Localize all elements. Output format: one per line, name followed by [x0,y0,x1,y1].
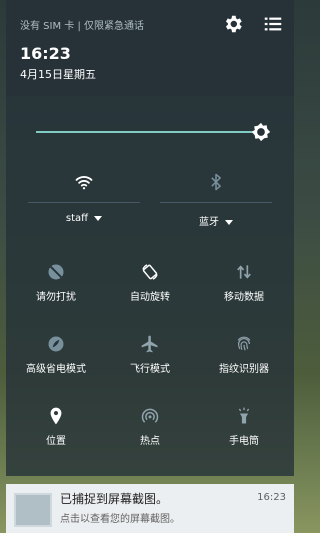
bluetooth-icon [211,173,221,191]
tile-label: 高级省电模式 [26,364,86,375]
auto-rotate-icon [142,264,158,280]
quick-settings-header: 没有 SIM 卡 | 仅限紧急通话 16:23 4月15日星期五 [6,0,294,96]
brightness-icon[interactable] [250,121,272,143]
chevron-down-icon [94,215,103,221]
tile-hotspot[interactable]: 热点 [102,406,198,466]
clock-time: 16:23 [20,44,71,63]
wifi-tile[interactable]: staff [28,168,140,238]
sim-status-text: 没有 SIM 卡 | 仅限紧急通话 [20,21,145,32]
tile-label: 飞行模式 [130,364,170,375]
tile-label: 请勿打扰 [36,292,76,303]
bluetooth-tile[interactable]: 蓝牙 [160,168,272,238]
airplane-icon [141,335,158,353]
wifi-label-row[interactable]: staff [28,213,140,224]
brightness-slider-track[interactable] [36,131,258,133]
location-icon [50,407,62,425]
quick-settings-panel: staff 蓝牙 请勿打扰 自动旋转 移动数据 高级省电模式 飞行模式 指纹识别… [6,96,294,476]
tile-mobile-data[interactable]: 移动数据 [196,262,292,322]
notification-time: 16:23 [257,492,286,503]
wifi-icon [75,176,93,190]
tile-label: 手电筒 [229,436,259,447]
tile-label: 移动数据 [224,292,264,303]
clock-date[interactable]: 4月15日星期五 [20,66,96,82]
hotspot-icon [141,408,159,423]
notification-text: 点击以查看您的屏幕截图。 [60,514,180,525]
battery-saver-icon [48,336,64,352]
tile-fingerprint[interactable]: 指纹识别器 [196,334,292,394]
screenshot-notification[interactable]: 已捕捉到屏幕截图。 点击以查看您的屏幕截图。 16:23 [6,484,294,533]
notification-title: 已捕捉到屏幕截图。 [60,492,169,506]
chevron-down-icon [225,219,233,225]
tile-battery-saver[interactable]: 高级省电模式 [8,334,104,394]
flashlight-icon [238,407,250,424]
tile-auto-rotate[interactable]: 自动旋转 [102,262,198,322]
tile-label: 位置 [46,436,66,447]
bluetooth-divider [160,202,272,203]
tile-label: 热点 [140,436,160,447]
screenshot-thumbnail [14,493,52,527]
fingerprint-icon [237,336,251,351]
wifi-network-name: staff [65,213,89,224]
wifi-divider [28,202,140,203]
tile-airplane-mode[interactable]: 飞行模式 [102,334,198,394]
bluetooth-label-row[interactable]: 蓝牙 [160,213,272,228]
tile-label: 自动旋转 [130,292,170,303]
tile-flashlight[interactable]: 手电筒 [196,406,292,466]
mobile-data-icon [237,265,251,279]
bluetooth-label: 蓝牙 [199,217,219,228]
do-not-disturb-icon [48,264,64,280]
list-menu-icon[interactable] [262,13,284,35]
tile-label: 指纹识别器 [219,364,269,375]
gear-icon[interactable] [222,13,244,35]
tile-do-not-disturb[interactable]: 请勿打扰 [8,262,104,322]
tile-location[interactable]: 位置 [8,406,104,466]
